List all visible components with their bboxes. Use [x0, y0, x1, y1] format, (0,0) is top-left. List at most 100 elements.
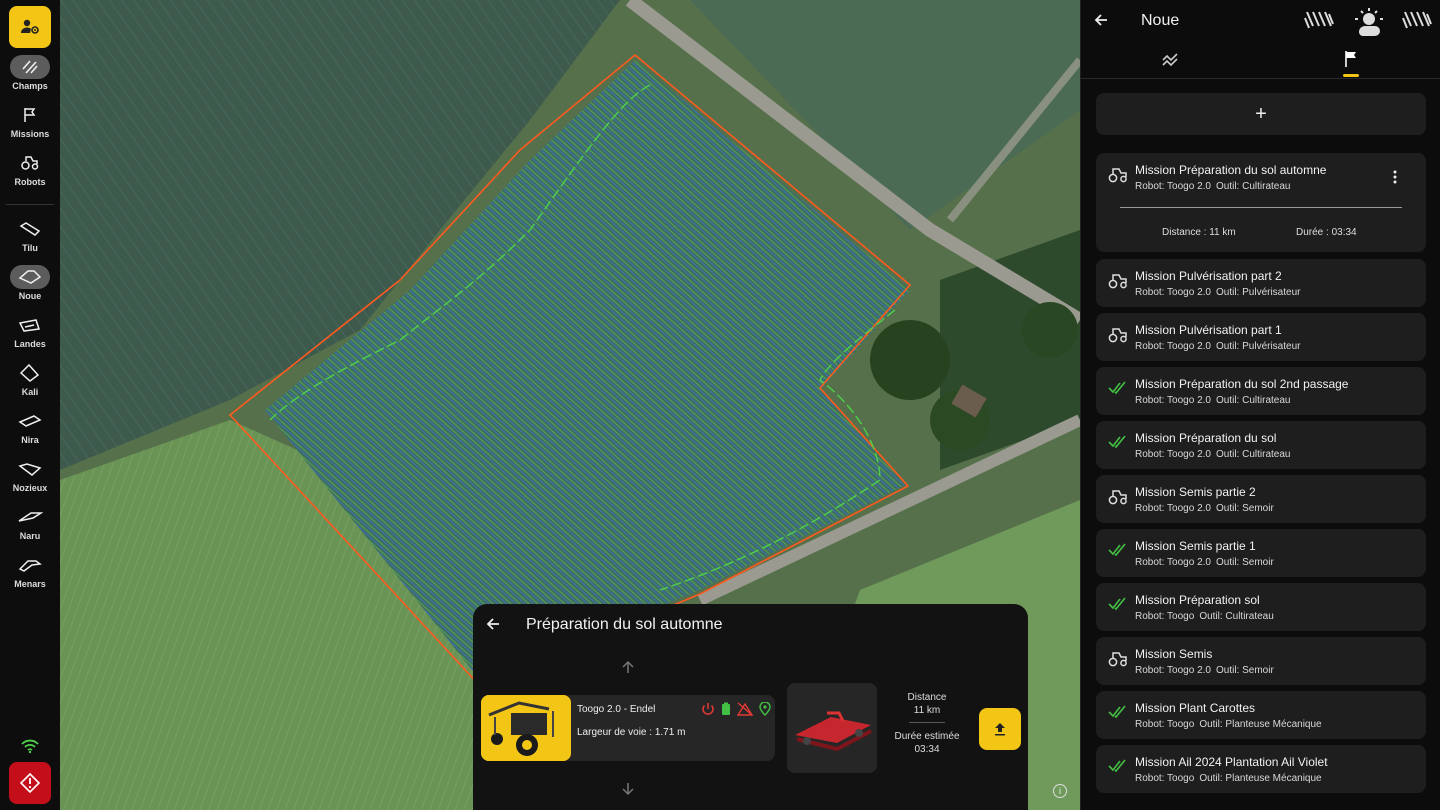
- nav-divider: [6, 204, 54, 205]
- field-item-kali[interactable]: Kali: [0, 361, 60, 397]
- power-icon: [702, 703, 714, 715]
- mission-tool: Outil: Planteuse Mécanique: [1199, 719, 1322, 730]
- mission-row[interactable]: Mission Semis partie 1 Robot: Toogo 2.0 Ou…: [1096, 529, 1426, 577]
- mission-title: Mission Préparation du sol: [1135, 431, 1277, 445]
- duration-value: 03:34: [914, 744, 940, 755]
- mission-robot: Robot: Toogo 2.0: [1135, 287, 1211, 298]
- field-shape-icon: [10, 217, 50, 241]
- mission-tool: Outil: Semoir: [1216, 665, 1274, 676]
- mission-title: Mission Pulvérisation part 1: [1135, 323, 1282, 337]
- tool-card[interactable]: [787, 683, 877, 773]
- tab-missions[interactable]: [1343, 50, 1359, 73]
- rain-icon[interactable]: [1303, 8, 1335, 37]
- mission-row[interactable]: Mission Plant Carottes Robot: Toogo Outil:…: [1096, 691, 1426, 739]
- tab-tracks[interactable]: [1161, 50, 1179, 73]
- mission-title: Mission Plant Carottes: [1135, 701, 1256, 715]
- flag-icon: [10, 103, 50, 127]
- fields-icon: [10, 55, 50, 79]
- mission-title: Mission Pulvérisation part 2: [1135, 269, 1282, 283]
- upload-icon: [995, 723, 1005, 736]
- field-item-noue[interactable]: Noue: [0, 265, 60, 301]
- implement-disconnected-icon: [737, 702, 753, 716]
- rain-icon[interactable]: [1401, 8, 1433, 37]
- upload-mission-button[interactable]: [979, 708, 1021, 750]
- completed-check-icon: [1108, 381, 1128, 397]
- tab-divider: [1081, 78, 1440, 79]
- mission-row[interactable]: Mission Préparation du sol Robot: Toogo 2…: [1096, 421, 1426, 469]
- completed-check-icon: [1108, 597, 1128, 613]
- mission-row[interactable]: Mission Préparation sol Robot: Toogo Outil…: [1096, 583, 1426, 631]
- field-item-nozieux[interactable]: Nozieux: [0, 457, 60, 493]
- mission-row[interactable]: Mission Préparation du sol 2nd passage Ro…: [1096, 367, 1426, 415]
- mission-row[interactable]: Mission Pulvérisation part 1 Robot: Toogo…: [1096, 313, 1426, 361]
- field-label: Kali: [21, 387, 39, 397]
- mission-title: Préparation du sol automne: [526, 616, 723, 633]
- arrow-down-icon[interactable]: [621, 782, 635, 801]
- field-label: Noue: [18, 291, 42, 301]
- expanded-divider: [1120, 207, 1402, 208]
- mission-subtitle: Robot: Toogo Outil: Planteuse Mécanique: [1135, 719, 1322, 730]
- mission-robot: Robot: Toogo 2.0: [1135, 341, 1211, 352]
- field-title: Noue: [1141, 12, 1180, 29]
- field-label: Nira: [21, 435, 39, 445]
- mission-title: Mission Préparation sol: [1135, 593, 1260, 607]
- field-item-naru[interactable]: Naru: [0, 505, 60, 541]
- more-options-icon[interactable]: [1388, 169, 1402, 185]
- completed-check-icon: [1108, 759, 1128, 775]
- mission-robot: Robot: Toogo 2.0: [1135, 395, 1211, 406]
- field-item-tilu[interactable]: Tilu: [0, 217, 60, 253]
- mission-subtitle: Robot: Toogo 2.0 Outil: Cultirateau: [1135, 395, 1290, 406]
- user-gear-icon: [21, 19, 39, 34]
- mission-row[interactable]: Mission Semis partie 2 Robot: Toogo 2.0 Ou…: [1096, 475, 1426, 523]
- field-label: Naru: [19, 531, 41, 541]
- mission-subtitle: Robot: Toogo 2.0 Outil: Semoir: [1135, 557, 1274, 568]
- robot-image: [481, 695, 571, 761]
- warning-diamond-icon: [20, 773, 40, 793]
- emergency-stop-button[interactable]: [9, 762, 51, 804]
- mission-robot: Robot: Toogo 2.0: [1135, 557, 1211, 568]
- mission-row[interactable]: Mission Ail 2024 Plantation Ail Violet Ro…: [1096, 745, 1426, 793]
- tab-indicator: [1343, 74, 1359, 77]
- mission-subtitle: Robot: Toogo 2.0 Outil: Cultirateau: [1135, 449, 1290, 460]
- mission-row[interactable]: Mission Préparation du sol automne Robot:…: [1096, 153, 1426, 252]
- tractor-icon: [1108, 273, 1128, 289]
- tractor-icon: [1108, 327, 1128, 343]
- mission-subtitle: Robot: Toogo 2.0 Outil: Cultirateau: [1135, 181, 1290, 192]
- mission-tool: Outil: Pulvérisateur: [1216, 341, 1301, 352]
- wifi-icon: [20, 738, 40, 759]
- robot-card[interactable]: Toogo 2.0 - Endel Largeur de voie : 1.71…: [481, 695, 775, 761]
- nav-robots[interactable]: Robots: [0, 151, 60, 187]
- user-settings-button[interactable]: [9, 6, 51, 48]
- partly-sunny-icon[interactable]: [1353, 8, 1385, 41]
- arrow-up-icon[interactable]: [621, 660, 635, 679]
- mission-subtitle: Robot: Toogo 2.0 Outil: Semoir: [1135, 665, 1274, 676]
- field-label: Tilu: [22, 243, 38, 253]
- mission-tool: Outil: Cultirateau: [1216, 449, 1291, 460]
- mission-subtitle: Robot: Toogo 2.0 Outil: Pulvérisateur: [1135, 341, 1300, 352]
- mission-robot: Robot: Toogo 2.0: [1135, 181, 1211, 192]
- tractor-icon: [1108, 651, 1128, 667]
- battery-icon: [722, 702, 730, 715]
- mission-robot: Robot: Toogo 2.0: [1135, 503, 1211, 514]
- tractor-icon: [10, 151, 50, 175]
- robot-status-icons: [701, 702, 771, 716]
- nav-missions[interactable]: Missions: [0, 103, 60, 139]
- mission-robot: Robot: Toogo: [1135, 611, 1195, 622]
- mission-subtitle: Robot: Toogo 2.0 Outil: Semoir: [1135, 503, 1274, 514]
- mission-row[interactable]: Mission Pulvérisation part 2 Robot: Toogo…: [1096, 259, 1426, 307]
- back-arrow-icon[interactable]: [1093, 12, 1109, 33]
- location-icon: [759, 702, 771, 716]
- nav-champs[interactable]: Champs: [0, 55, 60, 91]
- track-width: Largeur de voie : 1.71 m: [577, 727, 686, 738]
- field-item-nira[interactable]: Nira: [0, 409, 60, 445]
- field-item-landes[interactable]: Landes: [0, 313, 60, 349]
- back-arrow-icon[interactable]: [485, 616, 505, 636]
- mission-row[interactable]: Mission Semis Robot: Toogo 2.0 Outil: Semo…: [1096, 637, 1426, 685]
- field-item-menars[interactable]: Menars: [0, 553, 60, 589]
- field-label: Menars: [14, 579, 46, 589]
- add-mission-button[interactable]: +: [1096, 93, 1426, 135]
- tractor-icon: [1108, 489, 1128, 505]
- mission-title: Mission Ail 2024 Plantation Ail Violet: [1135, 755, 1328, 769]
- map-info-icon[interactable]: i: [1053, 784, 1067, 798]
- mission-tool: Outil: Pulvérisateur: [1216, 287, 1301, 298]
